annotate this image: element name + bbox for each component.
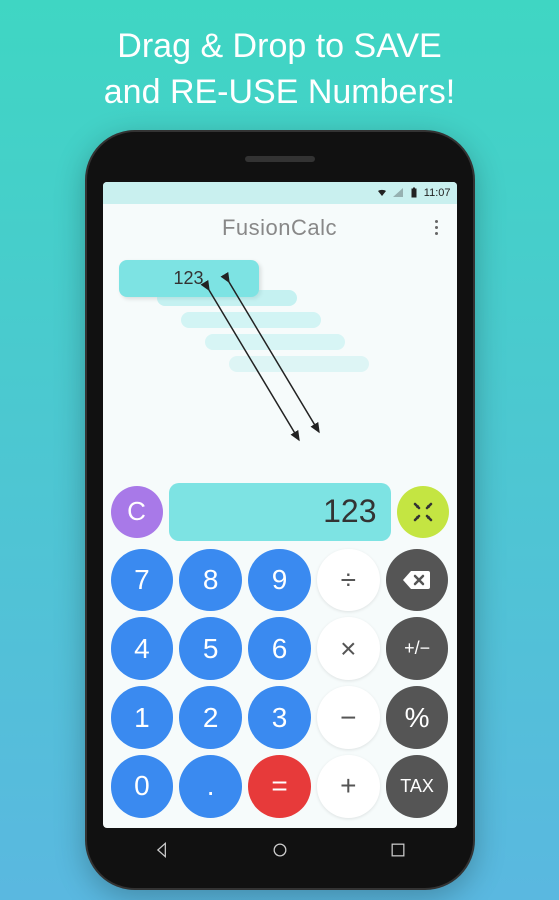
promo-line-2: and RE-USE Numbers!	[20, 70, 539, 116]
backspace-icon	[402, 569, 432, 591]
promo-text: Drag & Drop to SAVE and RE-USE Numbers!	[0, 0, 559, 130]
collapse-icon	[411, 500, 435, 524]
key-4[interactable]: 4	[111, 617, 174, 680]
display-row: C 123	[103, 479, 457, 547]
key-0[interactable]: 0	[111, 755, 174, 818]
memo-area[interactable]: 123	[109, 252, 451, 479]
nav-recent-icon[interactable]	[388, 840, 408, 860]
calc-display[interactable]: 123	[169, 483, 391, 541]
wifi-icon	[376, 187, 388, 199]
promo-line-1: Drag & Drop to SAVE	[20, 24, 539, 70]
memo-ghost	[181, 312, 321, 328]
app-title: FusionCalc	[222, 215, 337, 241]
key-plusminus[interactable]: +/−	[386, 617, 449, 680]
status-bar: 11:07	[103, 182, 457, 204]
collapse-button[interactable]	[397, 486, 449, 538]
key-9[interactable]: 9	[248, 549, 311, 612]
clear-button[interactable]: C	[111, 486, 163, 538]
memo-ghost	[205, 334, 345, 350]
battery-icon	[408, 187, 420, 199]
key-dot[interactable]: .	[179, 755, 242, 818]
key-5[interactable]: 5	[179, 617, 242, 680]
app-screen: 11:07 FusionCalc 123	[103, 182, 457, 828]
memo-ghost	[229, 356, 369, 372]
key-percent[interactable]: %	[386, 686, 449, 749]
nav-back-icon[interactable]	[152, 840, 172, 860]
key-multiply[interactable]: ×	[317, 617, 380, 680]
key-8[interactable]: 8	[179, 549, 242, 612]
key-plus[interactable]: +	[317, 755, 380, 818]
key-backspace[interactable]	[386, 549, 449, 612]
key-tax[interactable]: TAX	[386, 755, 449, 818]
phone-speaker	[245, 156, 315, 162]
memo-ghost	[157, 290, 297, 306]
app-bar: FusionCalc	[103, 204, 457, 252]
key-3[interactable]: 3	[248, 686, 311, 749]
key-equals[interactable]: =	[248, 755, 311, 818]
android-nav-bar	[103, 830, 457, 870]
signal-icon	[392, 187, 404, 199]
overflow-menu-button[interactable]	[427, 213, 447, 243]
key-6[interactable]: 6	[248, 617, 311, 680]
status-time: 11:07	[424, 187, 451, 199]
keypad: 7 8 9 ÷ 4 5 6 × +/− 1 2 3 − % 0 . = + TA…	[103, 547, 457, 828]
nav-home-icon[interactable]	[270, 840, 290, 860]
key-2[interactable]: 2	[179, 686, 242, 749]
key-minus[interactable]: −	[317, 686, 380, 749]
key-7[interactable]: 7	[111, 549, 174, 612]
key-1[interactable]: 1	[111, 686, 174, 749]
key-divide[interactable]: ÷	[317, 549, 380, 612]
phone-frame: 11:07 FusionCalc 123	[85, 130, 475, 890]
